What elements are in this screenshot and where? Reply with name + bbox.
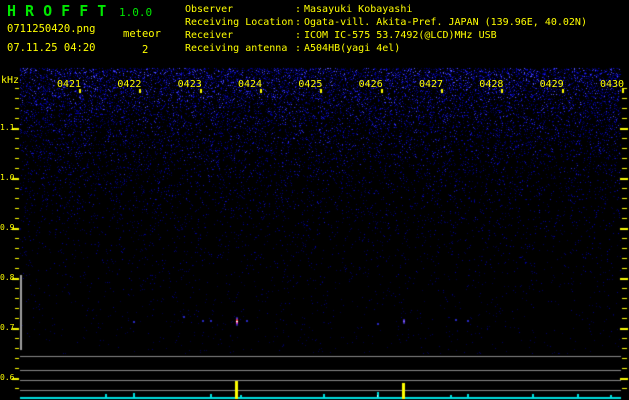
info-value: A504HB(yagi 4el): [304, 43, 401, 54]
observer-info: Observer: Masayuki Kobayashi Receiving Loc…: [185, 3, 587, 55]
info-row: Observer: Masayuki Kobayashi: [185, 3, 587, 16]
app-version: 1.0.0: [119, 6, 153, 19]
freq-axis-unit: kHz: [1, 75, 20, 86]
spectrogram-canvas: [0, 0, 629, 400]
info-row: Receiving Location: Ogata-vill. Akita-Pre…: [185, 16, 587, 29]
time-label: 0430: [599, 79, 625, 90]
freq-label: 1.0: [0, 173, 15, 182]
datetime: 07.11.25 04:20: [7, 42, 96, 54]
info-value: ICOM IC-575 53.7492(@LCD)MHz USB: [304, 30, 497, 41]
info-colon: :: [295, 17, 302, 28]
freq-label: 0.8: [0, 273, 15, 282]
time-label: 0423: [177, 79, 202, 90]
info-value: Masayuki Kobayashi: [304, 4, 413, 15]
filename: 0711250420.png: [7, 23, 96, 35]
time-label: 0425: [298, 79, 323, 90]
info-colon: :: [295, 4, 302, 15]
hrofft-output: H R O F F T 1.0.0 0711250420.png meteor …: [0, 0, 629, 400]
mode-label: meteor: [123, 28, 161, 40]
freq-label: 0.6: [0, 373, 15, 382]
info-label: Observer: [185, 4, 234, 15]
app-title: H R O F F T: [7, 2, 107, 20]
time-label: 0428: [479, 79, 504, 90]
time-label: 0427: [418, 79, 444, 90]
time-label: 0424: [237, 79, 263, 90]
time-label: 0429: [539, 79, 564, 90]
freq-label: 1.1: [0, 123, 15, 132]
time-label: 0426: [358, 79, 383, 90]
info-colon: :: [295, 30, 302, 41]
info-label: Receiver: [185, 30, 234, 41]
time-label: 0422: [117, 79, 142, 90]
info-row: Receiving antenna: A504HB(yagi 4el): [185, 42, 587, 55]
freq-label: 0.9: [0, 223, 15, 232]
info-value: Ogata-vill. Akita-Pref. JAPAN (139.96E, …: [304, 17, 587, 28]
time-label: 0421: [57, 79, 82, 90]
freq-label: 0.7: [0, 323, 15, 332]
info-label: Receiving antenna: [185, 43, 288, 54]
info-label: Receiving Location: [185, 17, 294, 28]
meteor-count: 2: [142, 44, 149, 56]
info-colon: :: [295, 43, 302, 54]
info-row: Receiver: ICOM IC-575 53.7492(@LCD)MHz US…: [185, 29, 587, 42]
